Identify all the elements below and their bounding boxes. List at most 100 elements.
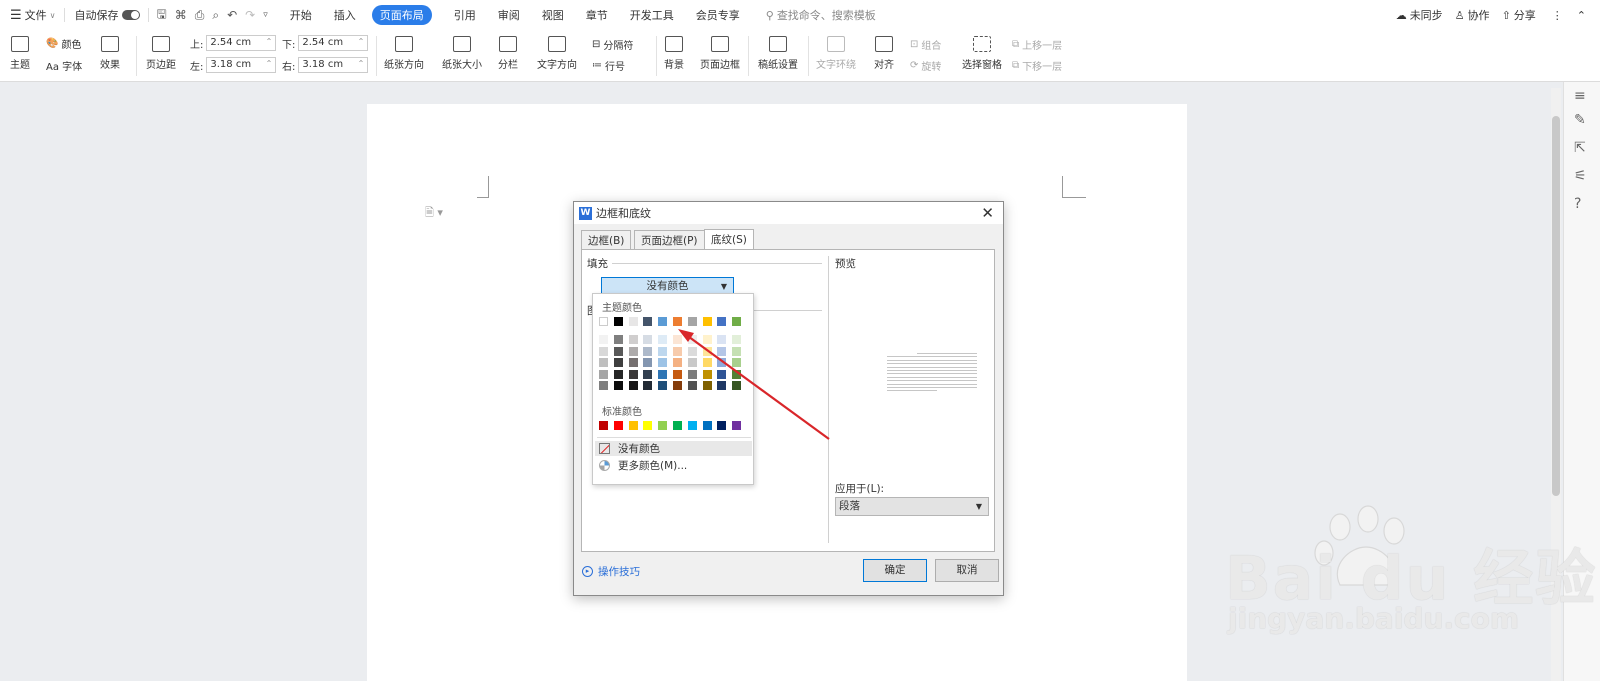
tips-link[interactable]: ▸ 操作技巧 [582,564,640,579]
theme-color-swatch[interactable] [687,317,697,326]
standard-color-swatch[interactable] [687,421,697,430]
theme-color-swatch[interactable] [628,317,638,326]
theme-shade-swatch[interactable] [628,369,638,379]
theme-shade-swatch[interactable] [687,335,697,344]
theme-shade-swatch[interactable] [599,346,608,356]
standard-color-swatch[interactable] [628,421,638,430]
page-border-button[interactable]: 页面边框 [700,36,740,71]
color-button[interactable]: 🎨 颜色 [46,36,81,51]
no-color-option[interactable]: 没有颜色 [595,441,752,456]
theme-shade-swatch[interactable] [717,381,727,390]
apply-to-dropdown[interactable]: 段落 ▼ [835,497,989,516]
theme-shade-swatch[interactable] [702,369,712,379]
theme-shade-swatch[interactable] [613,358,623,367]
theme-shade-swatch[interactable] [702,335,712,344]
theme-color-swatch[interactable] [643,317,653,326]
theme-color-swatch[interactable] [599,317,608,326]
tab-review[interactable]: 审阅 [498,7,520,23]
theme-shade-swatch[interactable] [628,346,638,356]
more-colors-option[interactable]: 更多颜色(M)... [595,458,752,473]
tab-shading[interactable]: 底纹(S) [704,229,754,249]
font-button[interactable]: Aa 字体 [46,58,82,73]
tab-member[interactable]: 会员专享 [696,7,740,23]
scrollbar-thumb[interactable] [1552,116,1560,496]
columns-button[interactable]: 分栏 [498,36,518,71]
breaks-button[interactable]: ⊟ 分隔符 [592,37,633,52]
theme-shade-swatch[interactable] [702,346,712,356]
tab-view[interactable]: 视图 [542,7,564,23]
share-button[interactable]: ⇧ 分享 [1502,7,1536,23]
theme-color-swatch[interactable] [702,317,712,326]
settings-sliders-icon[interactable]: ⚟ [1574,168,1587,184]
manuscript-button[interactable]: 稿纸设置 [758,36,798,71]
tab-insert[interactable]: 插入 [334,7,356,23]
close-icon[interactable]: ✕ [981,204,994,222]
standard-color-swatch[interactable] [658,421,668,430]
sync-button[interactable]: ☁ 未同步 [1396,7,1443,23]
theme-shade-swatch[interactable] [673,346,682,356]
theme-shade-swatch[interactable] [673,358,682,367]
margins-button[interactable]: 页边距 [146,36,176,71]
theme-shade-swatch[interactable] [702,381,712,390]
theme-color-swatch[interactable] [732,317,742,326]
theme-shade-swatch[interactable] [717,335,727,344]
theme-shade-swatch[interactable] [643,358,653,367]
cursor-icon[interactable]: ⇱ [1574,140,1586,156]
left-margin-field[interactable]: 左: 3.18 cm [190,57,277,73]
tab-page-layout[interactable]: 页面布局 [371,5,432,25]
theme-color-swatch[interactable] [613,317,623,326]
undo-icon[interactable]: ↶ [227,8,237,22]
theme-shade-swatch[interactable] [658,358,668,367]
theme-shade-swatch[interactable] [599,369,608,379]
theme-shade-swatch[interactable] [687,358,697,367]
theme-shade-swatch[interactable] [643,369,653,379]
theme-shade-swatch[interactable] [658,381,668,390]
standard-color-swatch[interactable] [732,421,742,430]
theme-shade-swatch[interactable] [732,335,742,344]
theme-shade-swatch[interactable] [732,381,742,390]
text-direction-button[interactable]: 文字方向 [537,36,577,71]
top-margin-field[interactable]: 上: 2.54 cm [190,35,277,51]
collab-button[interactable]: ♙ 协作 [1455,7,1490,23]
theme-shade-swatch[interactable] [687,381,697,390]
theme-shade-swatch[interactable] [702,358,712,367]
theme-shade-swatch[interactable] [599,358,608,367]
theme-shade-swatch[interactable] [732,369,742,379]
tab-developer[interactable]: 开发工具 [630,7,674,23]
align-button[interactable]: 对齐 [874,36,894,71]
tab-home[interactable]: 开始 [290,7,312,23]
theme-shade-swatch[interactable] [613,369,623,379]
theme-shade-swatch[interactable] [599,335,608,344]
theme-shade-swatch[interactable] [628,335,638,344]
send-backward-button[interactable]: ⧉ 下移一层 [1012,58,1062,73]
rotate-button[interactable]: ⟳ 旋转 [910,58,941,73]
print-preview-icon[interactable]: ⌕ [212,8,219,23]
sidebar-menu-icon[interactable]: ≡ [1574,88,1586,104]
selection-pane-button[interactable]: 选择窗格 [962,36,1002,71]
theme-shade-swatch[interactable] [643,346,653,356]
text-wrap-button[interactable]: 文字环绕 [816,36,856,71]
theme-shade-swatch[interactable] [613,346,623,356]
line-numbers-button[interactable]: ≔ 行号 [592,58,625,73]
save-icon[interactable]: 🖫 [157,5,167,26]
tab-references[interactable]: 引用 [454,7,476,23]
group-button[interactable]: ⊡ 组合 [910,37,941,52]
standard-color-swatch[interactable] [643,421,653,430]
theme-shade-swatch[interactable] [717,346,727,356]
standard-color-swatch[interactable] [613,421,623,430]
document-icon[interactable]: 🗎 ▾ [425,204,443,223]
theme-shade-swatch[interactable] [658,369,668,379]
theme-shade-swatch[interactable] [673,381,682,390]
theme-shade-swatch[interactable] [717,369,727,379]
print-icon[interactable]: ⎙ [195,8,205,23]
format-painter-icon[interactable]: ⌘ [175,8,187,22]
theme-color-swatch[interactable] [717,317,727,326]
pen-icon[interactable]: ✎ [1574,112,1586,128]
orientation-button[interactable]: 纸张方向 [384,36,424,71]
background-button[interactable]: 背景 [664,36,684,71]
paper-size-button[interactable]: 纸张大小 [442,36,482,71]
collapse-ribbon-icon[interactable]: ⌃ [1577,9,1586,22]
theme-shade-swatch[interactable] [628,381,638,390]
right-margin-field[interactable]: 右: 3.18 cm [282,57,369,73]
theme-color-swatch[interactable] [658,317,668,326]
